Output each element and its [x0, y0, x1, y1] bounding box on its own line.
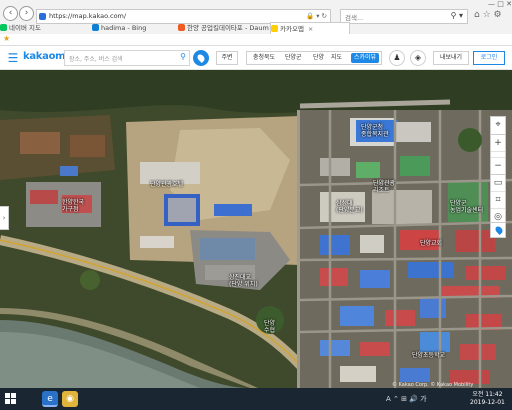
kakao-icon [271, 25, 278, 32]
breadcrumb-province[interactable]: 충청북도 [253, 52, 275, 64]
region-breadcrumb: 충청북도 단양군 단양 지도 스카이뷰 [246, 51, 382, 65]
tool-controls: ▭ ⌗ ◎ [490, 174, 506, 227]
map-label[interactable]: 단양관광호텔 [150, 181, 183, 188]
browser-search-placeholder: 검색... [345, 14, 364, 22]
close-icon[interactable]: ✕ [506, 0, 512, 8]
browser-chrome: ‹ › https://map.kakao.com/ 🔒 ▾ ↻ 검색... ⚲… [0, 0, 512, 46]
system-tray[interactable]: A ⌃ ⊞ 🔊 가 [386, 394, 427, 404]
zoom-controls: + − [490, 134, 506, 176]
chevron-right-icon: › [2, 214, 6, 222]
forward-button[interactable]: › [19, 6, 34, 21]
place-pin-icon [494, 225, 504, 235]
clock-date: 2019-12-01 [470, 399, 505, 406]
ime-indicator[interactable]: 가 [420, 395, 426, 403]
back-button[interactable]: ‹ [3, 6, 18, 21]
map-label[interactable]: 단양군청 종합복지관 [361, 124, 389, 138]
taskbar-clock[interactable]: 오전 11:42 2019-12-01 [470, 391, 505, 407]
zoom-in-icon[interactable]: + [491, 135, 505, 152]
search-placeholder: 장소, 주소, 버스 검색 [69, 56, 123, 63]
breadcrumb-town[interactable]: 단양 [313, 52, 324, 64]
close-tab-icon[interactable]: × [308, 25, 313, 33]
map-label[interactable]: 삼성대 (단양분교) [336, 200, 363, 214]
login-button[interactable]: 로그인 [473, 51, 505, 65]
favorites-bar-star-icon[interactable]: ★ [3, 34, 10, 43]
my-place-button[interactable] [490, 222, 506, 238]
settings-gear-icon[interactable]: ⚙ [494, 10, 502, 20]
map-label[interactable]: 단양 수협 [264, 320, 275, 334]
tab-label: 네이버 지도 [9, 24, 41, 32]
tray-icons[interactable]: A ⌃ ⊞ 🔊 [386, 395, 418, 403]
ruler-icon[interactable]: ▭ [491, 175, 505, 192]
place-search-input[interactable]: 장소, 주소, 버스 검색 ⚲ [64, 50, 190, 66]
current-location-icon[interactable]: ⌖ [491, 117, 505, 134]
favorites-star-icon[interactable]: ☆ [483, 10, 491, 20]
bing-icon [92, 24, 99, 31]
map-label[interactable]: 단양초등학교 [412, 352, 445, 359]
nearby-button[interactable]: 주변 [216, 51, 238, 65]
internet-explorer-icon[interactable]: e [42, 391, 58, 407]
windows-start-icon[interactable] [5, 393, 17, 405]
map-label[interactable]: 단양교회 [420, 240, 442, 247]
roadview-button[interactable]: ♟ [389, 50, 405, 66]
window-controls: — □ ✕ [488, 0, 512, 8]
tab-label: 카카오맵 [280, 25, 304, 33]
map-label[interactable]: 한양한국 가구점 [62, 199, 84, 213]
panel-expand-handle[interactable]: › [0, 206, 9, 230]
pin-icon [196, 53, 206, 63]
chrome-icon[interactable]: ◉ [62, 391, 78, 407]
skyview-button[interactable]: 스카이뷰 [351, 53, 380, 63]
layers-button[interactable]: ◈ [410, 50, 426, 66]
maximize-icon[interactable]: □ [497, 0, 504, 8]
roadview-icon: ♟ [393, 53, 401, 62]
search-icon[interactable]: ⚲ ▾ [451, 11, 463, 20]
layers-icon: ◈ [414, 53, 422, 62]
browser-toolbar-icons: ⌂ ☆ ⚙ [474, 10, 502, 20]
daum-icon [178, 24, 185, 31]
satellite-imagery [0, 70, 512, 388]
map-label[interactable]: 단양군 농업기술센터 [450, 200, 483, 214]
map-view-button[interactable]: 지도 [331, 52, 342, 64]
menu-icon[interactable]: ☰ [5, 50, 21, 66]
directions-pin-button[interactable] [193, 50, 209, 66]
locate-control: ⌖ [490, 116, 506, 135]
favorites-bar: ★ [0, 34, 512, 46]
share-button[interactable]: 내보내기 [433, 51, 469, 65]
address-controls-icon[interactable]: 🔒 ▾ ↻ [306, 12, 327, 20]
satellite-map[interactable]: 단양군청 종합복지관 단양관광호텔 단양관광 리조트 단양군 농업기술센터 삼성대 (단… [0, 70, 512, 388]
map-label[interactable]: 단양관광 리조트 [373, 180, 395, 194]
tab-label: 한양 공업킬데이타포 - Daum ... [187, 24, 270, 32]
naver-icon [0, 24, 7, 31]
tab-label: hadima - Bing [101, 24, 147, 32]
home-icon[interactable]: ⌂ [474, 10, 480, 20]
address-url[interactable]: https://map.kakao.com/ [49, 12, 126, 20]
minimize-icon[interactable]: — [488, 0, 495, 8]
kakaomap-header: ☰ kakaomap 장소, 주소, 버스 검색 ⚲ 주변 충청북도 단양군 단… [0, 46, 512, 70]
search-icon[interactable]: ⚲ [180, 52, 186, 61]
zoom-out-icon[interactable]: − [491, 158, 505, 175]
clock-time: 오전 11:42 [472, 391, 503, 398]
area-measure-icon[interactable]: ⌗ [491, 192, 505, 209]
map-label[interactable]: 상진대교 (단양 위치) [229, 274, 258, 288]
windows-taskbar: e ◉ A ⌃ ⊞ 🔊 가 오전 11:42 2019-12-01 [0, 388, 512, 410]
breadcrumb-county[interactable]: 단양군 [285, 52, 302, 64]
page-icon [39, 13, 46, 20]
